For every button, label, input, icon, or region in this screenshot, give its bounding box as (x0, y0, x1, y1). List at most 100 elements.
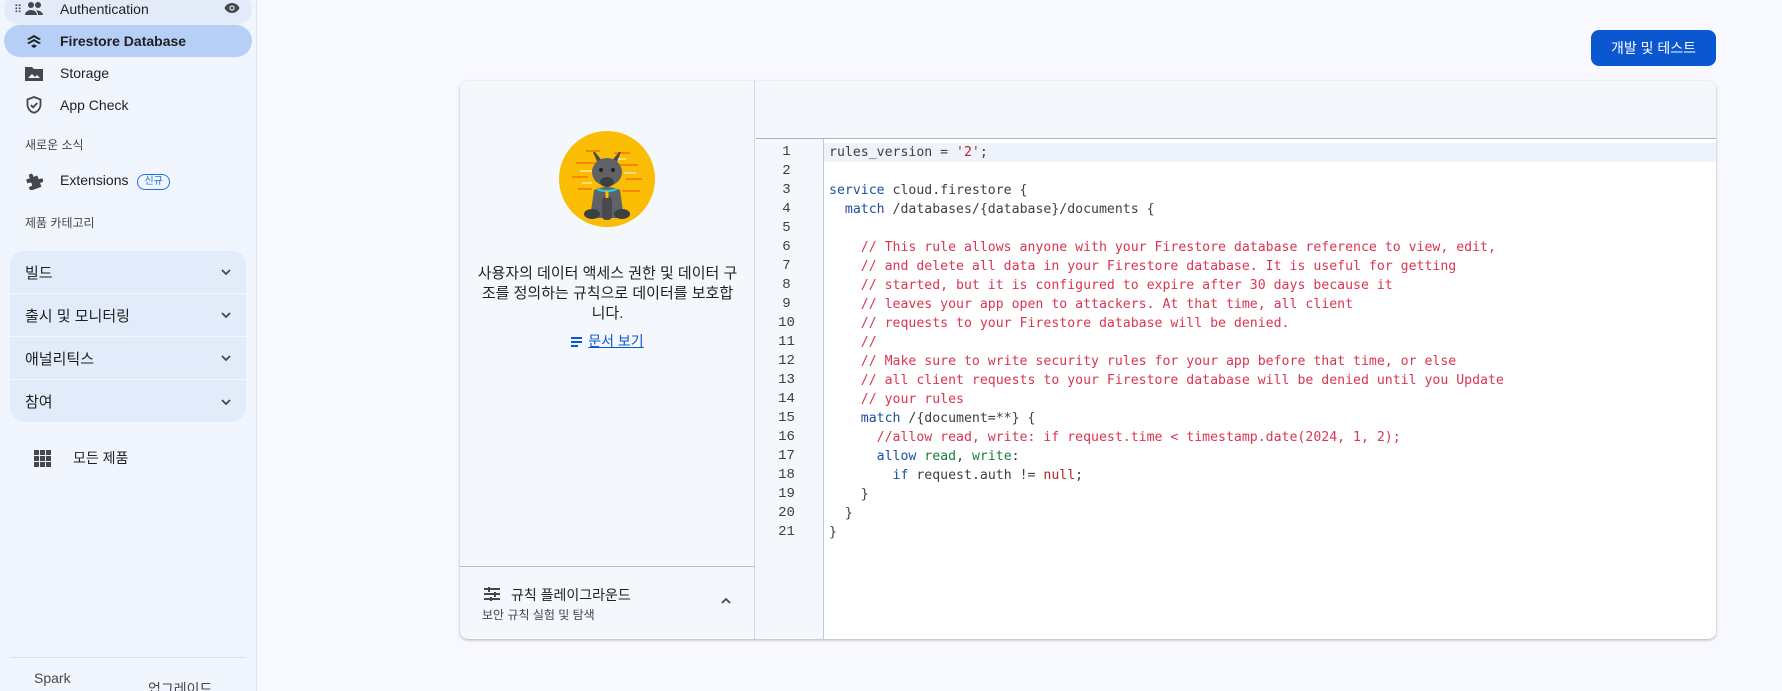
code-line[interactable]: // Make sure to write security rules for… (824, 352, 1716, 371)
security-dog-illustration (559, 131, 655, 227)
line-number: 16 (778, 429, 795, 445)
sidebar-item-label: Storage (60, 65, 110, 81)
code-line[interactable]: if request.auth != null; (824, 466, 1716, 485)
code-line[interactable]: // (824, 333, 1716, 352)
line-number: 14 (778, 391, 795, 407)
line-number: 12 (778, 353, 795, 369)
tune-icon (484, 587, 500, 601)
shield-check-icon (24, 95, 44, 115)
eye-icon[interactable] (224, 1, 240, 17)
rules-playground-toggle[interactable]: 규칙 플레이그라운드 보안 규칙 실험 및 탐색 (460, 566, 755, 639)
chevron-down-icon (221, 312, 231, 319)
code-line[interactable]: //allow read, write: if request.time < t… (824, 428, 1716, 447)
sidebar: ⠿ Authentication Firestore Database Stor… (0, 0, 257, 691)
line-number: 18 (778, 467, 795, 483)
rules-description: 사용자의 데이터 액세스 권한 및 데이터 구조를 정의하는 규칙으로 데이터를… (477, 265, 738, 322)
new-badge: 신규 (137, 173, 170, 190)
firestore-icon (24, 31, 44, 51)
rules-editor: 1 2 3 4 5 6 7 8 9 10 11 12 13 14 15 16 17 18 19 20 21 rules_… (756, 81, 1716, 639)
sidebar-divider (10, 657, 246, 658)
line-number: 6 (782, 239, 791, 255)
sidebar-item-app-check[interactable]: App Check (4, 89, 252, 121)
code-line[interactable]: service cloud.firestore { (824, 181, 1716, 200)
extensions-label: Extensions (60, 172, 129, 189)
line-number: 1 (782, 144, 791, 160)
code-line[interactable]: ​ (824, 162, 1716, 181)
doc-lines-icon (571, 335, 583, 349)
line-number: 20 (778, 505, 795, 521)
line-number: 8 (782, 277, 791, 293)
code-line[interactable]: match /databases/{database}/documents { (824, 200, 1716, 219)
category-label: 빌드 (25, 264, 53, 282)
category-build[interactable]: 빌드 (10, 251, 246, 294)
section-label-news: 새로운 소식 (25, 138, 84, 152)
sidebar-item-storage[interactable]: Storage (4, 57, 252, 89)
category-release-monitor[interactable]: 출시 및 모니터링 (10, 294, 246, 337)
section-label-categories: 제품 카테고리 (25, 216, 95, 230)
line-number: 4 (782, 201, 791, 217)
code-line[interactable]: } (824, 504, 1716, 523)
editor-body[interactable]: 1 2 3 4 5 6 7 8 9 10 11 12 13 14 15 16 17 18 19 20 21 rules_… (756, 139, 1716, 639)
code-line[interactable]: // This rule allows anyone with your Fir… (824, 238, 1716, 257)
plan-name: Spark (34, 670, 71, 686)
code-area[interactable]: rules_version = '2';​service cloud.fires… (824, 139, 1716, 542)
rules-card: 사용자의 데이터 액세스 권한 및 데이터 구조를 정의하는 규칙으로 데이터를… (460, 81, 1716, 639)
line-number: 3 (782, 182, 791, 198)
line-number: 15 (778, 410, 795, 426)
chevron-down-icon (221, 355, 231, 362)
category-engage[interactable]: 참여 (10, 380, 246, 422)
line-number: 19 (778, 486, 795, 502)
upgrade-button[interactable]: 업그레이드 (148, 679, 212, 691)
category-label: 애널리틱스 (25, 350, 95, 368)
drag-handle-icon[interactable]: ⠿ (14, 3, 24, 16)
chevron-down-icon (221, 269, 231, 276)
line-number: 21 (778, 524, 795, 540)
sidebar-item-label: Firestore Database (60, 33, 187, 49)
line-number: 13 (778, 372, 795, 388)
code-line[interactable]: // leaves your app open to attackers. At… (824, 295, 1716, 314)
sidebar-item-extensions[interactable]: Extensions 신규 (4, 165, 252, 197)
view-docs-label: 문서 보기 (588, 333, 644, 349)
code-line[interactable]: // and delete all data in your Firestore… (824, 257, 1716, 276)
code-line[interactable]: rules_version = '2'; (824, 143, 1716, 162)
code-line[interactable]: // your rules (824, 390, 1716, 409)
line-number: 7 (782, 258, 791, 274)
playground-title: 규칙 플레이그라운드 (511, 587, 631, 603)
line-number-gutter: 1 2 3 4 5 6 7 8 9 10 11 12 13 14 15 16 17 18 19 20 21 (756, 139, 824, 639)
all-products-link[interactable]: 모든 제품 (34, 448, 128, 468)
code-line[interactable]: } (824, 523, 1716, 542)
info-panel: 사용자의 데이터 액세스 권한 및 데이터 구조를 정의하는 규칙으로 데이터를… (460, 81, 755, 639)
apps-grid-icon (34, 449, 51, 467)
chevron-up-icon (721, 597, 731, 604)
image-folder-icon (24, 63, 44, 83)
develop-and-test-button[interactable]: 개발 및 테스트 (1591, 30, 1716, 66)
code-line[interactable]: // all client requests to your Firestore… (824, 371, 1716, 390)
code-line[interactable]: } (824, 485, 1716, 504)
line-number: 11 (778, 334, 795, 350)
line-number: 9 (782, 296, 791, 312)
line-number: 5 (782, 220, 791, 236)
sidebar-item-label: Authentication (60, 1, 149, 17)
puzzle-icon (24, 171, 44, 191)
chevron-down-icon (221, 398, 231, 405)
line-number: 2 (782, 163, 791, 179)
view-docs-link[interactable]: 문서 보기 (460, 331, 755, 351)
code-line[interactable]: ​ (824, 219, 1716, 238)
sidebar-item-label: App Check (60, 97, 129, 113)
sidebar-item-label: Extensions 신규 (60, 172, 170, 190)
code-line[interactable]: match /{document=**} { (824, 409, 1716, 428)
all-products-label: 모든 제품 (73, 450, 129, 466)
people-icon (24, 0, 44, 19)
code-line[interactable]: allow read, write: (824, 447, 1716, 466)
playground-subtitle: 보안 규칙 실험 및 탐색 (482, 608, 595, 622)
category-label: 출시 및 모니터링 (25, 307, 130, 325)
category-label: 참여 (25, 394, 53, 411)
line-number: 17 (778, 448, 795, 464)
line-number: 10 (778, 315, 795, 331)
category-group: 빌드 출시 및 모니터링 애널리틱스 참여 (10, 251, 246, 422)
category-analytics[interactable]: 애널리틱스 (10, 337, 246, 380)
sidebar-item-firestore-database[interactable]: Firestore Database (4, 25, 252, 57)
code-line[interactable]: // started, but it is configured to expi… (824, 276, 1716, 295)
code-line[interactable]: // requests to your Firestore database w… (824, 314, 1716, 333)
sidebar-item-authentication[interactable]: ⠿ Authentication (4, 0, 252, 25)
